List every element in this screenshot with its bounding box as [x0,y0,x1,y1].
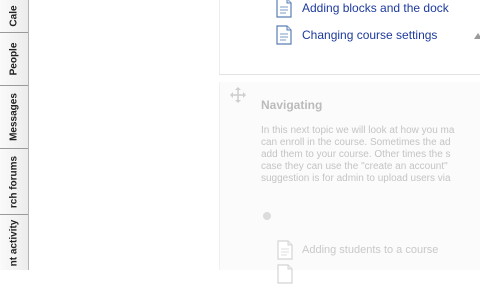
document-icon [276,25,292,45]
section-title: Navigating [261,98,323,112]
activity-adding-students-link[interactable]: Adding students to a course [302,244,438,256]
move-icon[interactable] [230,87,246,103]
dock-tab-recent-activity[interactable]: nt activity [0,215,28,270]
activity-adding-students[interactable]: Adding students to a course [276,240,438,260]
course-content: Adding blocks and the dock Changing cour… [28,0,480,284]
dock-tab-messages[interactable]: Messages [0,86,28,149]
document-icon [277,264,293,284]
summary-bullet [263,212,271,220]
summary-line: case they can use the "create an account… [261,161,448,172]
activity-next[interactable] [276,264,302,284]
dock-tab-messages-label: Messages [8,93,20,141]
dock-tab-search-forums[interactable]: rch forums [0,149,28,215]
chevron-up-icon[interactable] [474,33,480,39]
block-dock: Cale People Messages rch forums nt activ… [0,0,29,270]
document-icon [276,0,292,18]
activity-adding-blocks[interactable]: Adding blocks and the dock [275,0,449,18]
summary-line: In this next topic we will look at how y… [261,125,455,136]
dock-tab-recent-activity-label: nt activity [8,219,20,266]
activity-changing-settings[interactable]: Changing course settings [275,25,437,45]
dock-tab-people-label: People [8,42,20,76]
dock-tab-people[interactable]: People [0,33,28,86]
activity-changing-settings-link[interactable]: Changing course settings [302,28,437,42]
summary-line: add them to your course. Other times the… [261,149,451,160]
course-section-navigating: Navigating In this next topic we will lo… [219,82,480,284]
document-icon [277,240,293,260]
activity-adding-blocks-link[interactable]: Adding blocks and the dock [302,1,449,15]
summary-line: suggestion is for admin to upload users … [261,173,451,184]
section-summary: In this next topic we will look at how y… [261,125,480,185]
summary-line: can enroll in the course. Sometimes the … [261,137,451,148]
dock-tab-calendar-label: Cale [8,5,20,27]
dock-tab-calendar[interactable]: Cale [0,0,28,33]
course-section-previous: Adding blocks and the dock Changing cour… [219,0,480,75]
dock-tab-search-forums-label: rch forums [8,155,20,208]
